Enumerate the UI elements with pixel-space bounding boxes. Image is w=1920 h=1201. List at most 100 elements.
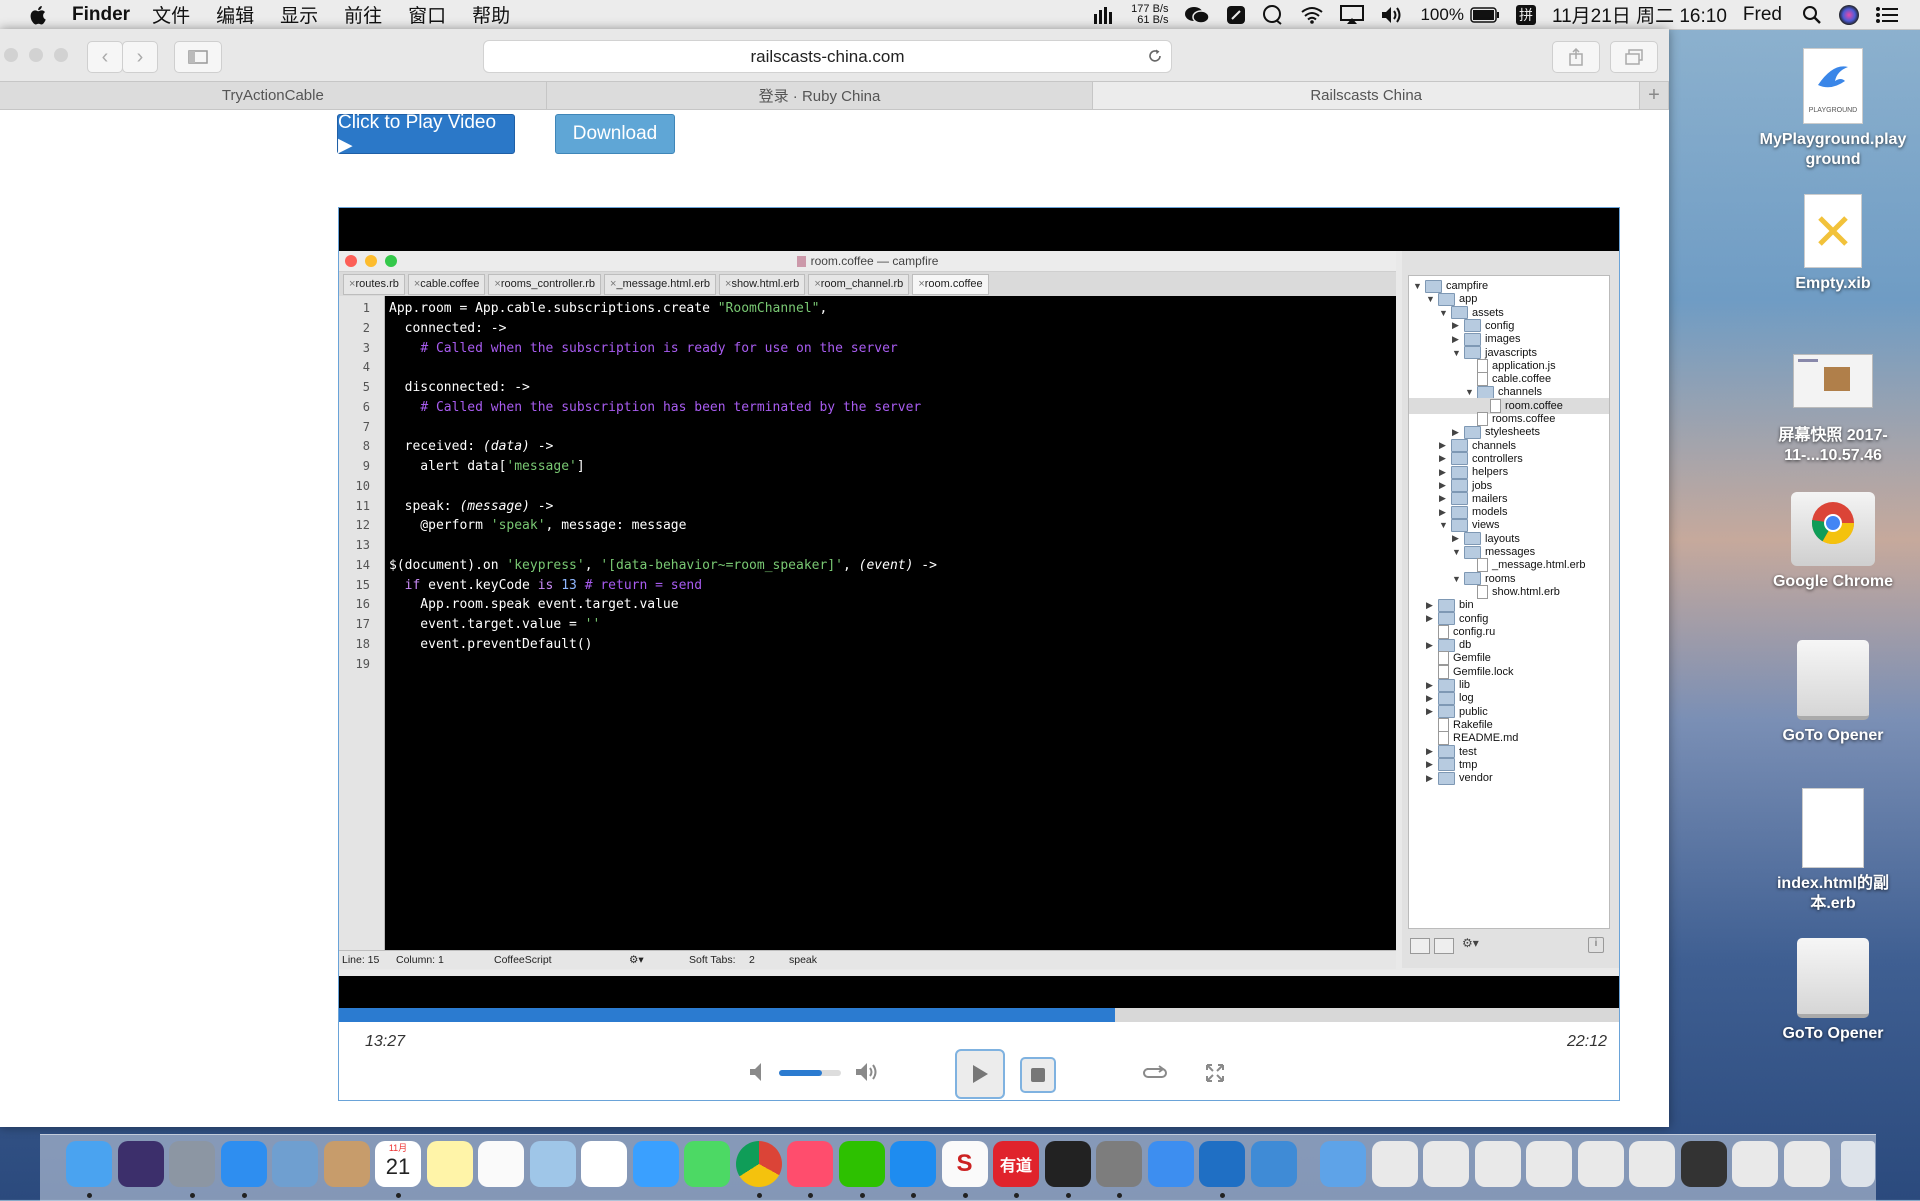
user-menu[interactable]: Fred [1743, 4, 1782, 26]
stack-2-icon[interactable] [1423, 1141, 1469, 1187]
desktop-icon-index-erb[interactable]: index.html的副本.erb [1753, 788, 1913, 914]
app-menu-finder[interactable]: Finder [72, 4, 130, 26]
downloads-folder-icon[interactable] [1320, 1141, 1366, 1187]
menu-edit[interactable]: 编辑 [216, 1, 254, 28]
apple-menu-icon[interactable] [28, 4, 50, 26]
preferences-icon[interactable] [1096, 1141, 1142, 1187]
notes-icon[interactable] [426, 1141, 473, 1187]
activity-icon[interactable] [1093, 6, 1115, 24]
menu-file[interactable]: 文件 [152, 1, 190, 28]
volume-icon[interactable] [1380, 5, 1404, 25]
battery-icon[interactable] [1470, 6, 1500, 23]
menu-window[interactable]: 窗口 [408, 1, 446, 28]
contacts-icon[interactable] [323, 1141, 370, 1187]
stack-3-icon[interactable] [1474, 1141, 1521, 1187]
photos-icon[interactable] [581, 1141, 627, 1187]
pencil-icon[interactable] [1147, 1141, 1194, 1187]
disclosure-closed-icon: ▶ [1452, 426, 1459, 437]
fullscreen-button[interactable] [1203, 1062, 1227, 1084]
desktop-icon-empty-xib[interactable]: Empty.xib [1753, 194, 1913, 294]
app-store-icon[interactable] [890, 1141, 936, 1187]
siri-icon[interactable] [117, 1141, 164, 1187]
stack-1-icon[interactable] [1371, 1141, 1418, 1187]
wifi-icon[interactable] [1300, 6, 1324, 24]
menu-go[interactable]: 前往 [344, 1, 382, 28]
gear-icon: ⚙▾ [629, 954, 644, 966]
sheets-icon[interactable]: S [941, 1141, 988, 1187]
share-button[interactable] [1552, 41, 1600, 73]
facetime-icon[interactable] [684, 1141, 730, 1187]
youdao-icon[interactable]: 有道 [993, 1141, 1039, 1187]
spotlight-icon[interactable] [1802, 5, 1822, 25]
preview-icon[interactable] [529, 1141, 576, 1187]
wechat-status-icon[interactable] [1184, 5, 1211, 25]
tab-railscasts-china[interactable]: Railscasts China [1093, 82, 1641, 109]
new-tab-button[interactable]: + [1640, 82, 1670, 109]
notes-status-icon[interactable] [1226, 5, 1246, 25]
menu-view[interactable]: 显示 [280, 1, 318, 28]
trash-icon[interactable] [1841, 1141, 1875, 1187]
disclosure-closed-icon: ▶ [1426, 679, 1433, 690]
chrome-icon[interactable] [735, 1141, 782, 1187]
stack-7-icon[interactable] [1680, 1141, 1727, 1187]
code-line: $(document).on 'keypress', '[data-behavi… [389, 557, 937, 573]
stack-6-icon[interactable] [1629, 1141, 1675, 1187]
editor-title: room.coffee — campfire [810, 254, 939, 268]
clock[interactable]: 11月21日 周二 16:10 [1552, 1, 1727, 28]
video-frame[interactable]: room.coffee — campfire × routes.rb × cabl… [339, 208, 1619, 1008]
desktop-icon-goto-opener-2[interactable]: GoTo Opener [1753, 938, 1913, 1044]
volume-slider[interactable] [779, 1070, 841, 1076]
calendar-icon[interactable]: 11月 21 [375, 1141, 421, 1187]
stop-button[interactable] [1020, 1057, 1056, 1093]
running-indicator [87, 1193, 92, 1198]
tab-overview-button[interactable] [1610, 41, 1658, 73]
drive-icon [1797, 640, 1869, 720]
safari-icon[interactable] [220, 1141, 267, 1187]
input-method-icon[interactable]: 拼 [1515, 4, 1536, 25]
mail-stamp-icon[interactable] [272, 1141, 318, 1187]
stack-4-icon[interactable] [1526, 1141, 1572, 1187]
stack-9-icon[interactable] [1783, 1141, 1830, 1187]
desktop-icon-google-chrome[interactable]: Google Chrome [1753, 492, 1913, 592]
download-button[interactable]: Download [555, 114, 675, 154]
reload-icon[interactable] [1147, 48, 1163, 64]
notification-center-icon[interactable] [1876, 6, 1898, 24]
code-line: event.target.value = '' [389, 617, 601, 632]
back-button[interactable]: ‹ [87, 41, 123, 73]
finder-icon[interactable] [66, 1141, 112, 1187]
terminal-icon[interactable] [1044, 1141, 1091, 1187]
window-minimize-button[interactable] [29, 48, 43, 62]
play-video-button[interactable]: Click to Play Video ▶ [337, 112, 515, 156]
mute-button[interactable] [747, 1060, 769, 1084]
window-close-button[interactable] [4, 48, 18, 62]
desktop-icon-screenshot[interactable]: 屏幕快照 2017-11-...10.57.46 [1753, 354, 1913, 466]
airplay-icon[interactable] [1340, 4, 1365, 25]
window-zoom-button[interactable] [54, 48, 68, 62]
sidebar-button[interactable] [174, 41, 222, 73]
desktop-icon-playground[interactable]: PLAYGROUND MyPlayground.playground [1753, 48, 1913, 170]
launchpad-icon[interactable] [169, 1141, 215, 1187]
reminders-icon[interactable] [478, 1141, 524, 1187]
play-button[interactable] [955, 1049, 1005, 1099]
address-bar[interactable]: railscasts-china.com [483, 40, 1172, 73]
desktop-icon-label: GoTo Opener [1782, 1025, 1884, 1042]
chat-status-icon[interactable] [1262, 4, 1284, 25]
stack-8-icon[interactable] [1732, 1141, 1778, 1187]
messages-icon[interactable] [632, 1141, 679, 1187]
loop-button[interactable] [1141, 1062, 1169, 1084]
tab-tryactioncable[interactable]: TryActionCable [0, 82, 547, 109]
running-indicator [962, 1193, 968, 1198]
siri-icon[interactable] [1838, 4, 1860, 26]
menu-help[interactable]: 帮助 [472, 1, 510, 28]
xcode-icon[interactable] [1250, 1141, 1297, 1187]
vscode-icon[interactable] [1199, 1141, 1245, 1187]
desktop-icon-goto-opener-1[interactable]: GoTo Opener [1753, 640, 1913, 746]
tab-ruby-china-login[interactable]: 登录 · Ruby China [547, 82, 1094, 109]
stack-5-icon[interactable] [1577, 1141, 1624, 1187]
wechat-icon[interactable] [838, 1141, 885, 1187]
music-icon[interactable] [787, 1141, 833, 1187]
forward-button[interactable]: › [122, 41, 158, 73]
volume-up-button[interactable] [855, 1060, 883, 1084]
seek-bar[interactable] [339, 1008, 1619, 1022]
editor-tab-label: show.html.erb [731, 278, 800, 290]
